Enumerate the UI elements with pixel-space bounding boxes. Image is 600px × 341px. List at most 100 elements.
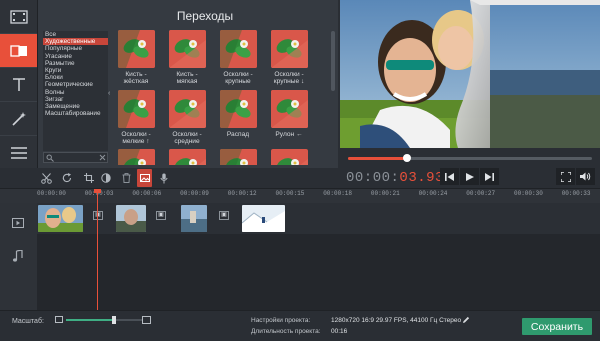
delete-button[interactable] <box>118 169 134 187</box>
cut-button[interactable] <box>36 169 56 187</box>
transition-preview <box>169 149 206 165</box>
tick-label: 00:00:00 <box>37 190 66 197</box>
play-button[interactable] <box>460 168 479 185</box>
transition-thumbnail[interactable] <box>118 30 155 68</box>
contrast-icon <box>101 173 111 183</box>
volume-button[interactable] <box>576 168 595 185</box>
insert-media-button[interactable] <box>137 169 152 187</box>
transition-preview <box>220 30 257 68</box>
transition-thumbnail[interactable] <box>169 90 206 128</box>
clear-icon[interactable] <box>99 154 106 161</box>
transition-marker[interactable]: ▣ <box>156 211 166 220</box>
category-item[interactable]: Все <box>43 31 108 38</box>
video-clip[interactable] <box>38 205 83 232</box>
clip-thumbnail <box>116 205 146 232</box>
transition-thumbnail[interactable] <box>220 30 257 68</box>
category-item[interactable]: Художественные <box>43 38 108 46</box>
timecode: 00:00:03.930 <box>346 170 453 186</box>
video-track-icon <box>12 218 24 228</box>
transition-thumbnail[interactable] <box>169 149 206 165</box>
transition-label: Кисть - мягкая <box>162 71 212 86</box>
transitions-icon <box>9 44 27 57</box>
color-adjust-button[interactable] <box>98 169 114 187</box>
transition-marker[interactable]: ▣ <box>219 211 229 220</box>
import-tool-button[interactable] <box>0 0 37 34</box>
zoom-in-icon[interactable] <box>142 316 151 324</box>
video-preview <box>340 0 600 148</box>
track-headers <box>0 203 38 310</box>
crop-button[interactable] <box>80 169 98 187</box>
video-clip[interactable] <box>116 205 146 232</box>
preview-image <box>340 0 600 148</box>
category-item[interactable]: Масштабирование <box>43 110 108 117</box>
edit-settings-icon[interactable] <box>462 316 470 324</box>
save-button[interactable]: Сохранить <box>522 318 592 335</box>
category-item[interactable]: Популярные <box>43 45 108 52</box>
fullscreen-button[interactable] <box>556 168 575 185</box>
zoom-out-icon[interactable] <box>55 316 63 323</box>
video-clip[interactable] <box>242 205 285 232</box>
transition-thumbnail[interactable] <box>271 149 308 165</box>
search-icon <box>46 154 54 162</box>
category-item[interactable]: Размытие <box>43 60 108 67</box>
transition-preview <box>169 90 206 128</box>
rotate-button[interactable] <box>58 169 76 187</box>
transition-label: Рулон ← <box>264 131 314 138</box>
progress-knob[interactable] <box>402 154 411 162</box>
tick-label: 00:00:12 <box>227 190 257 197</box>
playhead[interactable] <box>97 190 98 310</box>
tick-label: 00:00:27 <box>466 190 496 197</box>
category-item[interactable]: Волны <box>43 89 108 96</box>
transition-thumbnail[interactable] <box>169 30 206 68</box>
playhead-handle[interactable] <box>94 189 101 193</box>
category-item[interactable]: Геометрические <box>43 81 108 88</box>
clip-thumbnail <box>181 205 207 232</box>
transition-preview <box>220 90 257 128</box>
category-item[interactable]: Зигзаг <box>43 96 108 103</box>
transition-thumbnail[interactable] <box>118 90 155 128</box>
transition-thumbnail[interactable] <box>118 149 155 165</box>
tick-label: 00:00:33 <box>561 190 591 197</box>
transition-label-line: Рулон ← <box>275 131 303 138</box>
panel-scrollbar[interactable] <box>331 31 335 91</box>
transition-thumbnail[interactable] <box>271 30 308 68</box>
next-button[interactable] <box>480 168 499 185</box>
settings-label: Настройки проекта: <box>251 317 311 324</box>
transition-marker[interactable]: ▣ <box>93 211 103 220</box>
previous-button[interactable] <box>440 168 459 185</box>
transition-label: Осколки - мелкие ↑ <box>112 131 161 146</box>
crop-icon <box>84 173 94 183</box>
transition-label: Кисть - жёсткая <box>112 71 161 86</box>
category-item[interactable]: Круги <box>43 67 108 74</box>
category-item[interactable]: Угасание <box>43 53 108 60</box>
magic-wand-icon <box>11 111 26 126</box>
category-search-input[interactable] <box>43 152 108 163</box>
video-clip[interactable] <box>181 205 207 232</box>
film-icon <box>9 9 28 24</box>
zoom-fill <box>66 319 114 321</box>
transition-thumbnail[interactable] <box>220 90 257 128</box>
tick-label: 00:00:09 <box>180 190 209 197</box>
titles-tool-button[interactable] <box>0 68 37 102</box>
menu-icon <box>10 146 27 159</box>
transition-label-line: мелкие ↑ <box>122 138 150 146</box>
status-bar <box>0 310 600 341</box>
transition-thumbnail[interactable] <box>220 149 257 165</box>
category-item[interactable]: Блоки <box>43 74 108 81</box>
skip-forward-icon <box>485 172 494 181</box>
transition-thumbnail[interactable] <box>271 90 308 128</box>
fullscreen-icon <box>560 171 571 182</box>
tick-label: 00:00:30 <box>514 190 543 197</box>
transition-label: Осколки - средние <box>162 131 212 146</box>
transition-label: Распад <box>213 131 263 138</box>
transitions-tool-button[interactable] <box>0 34 37 68</box>
filters-tool-button[interactable] <box>0 102 37 136</box>
transition-preview <box>169 30 206 68</box>
zoom-knob[interactable] <box>111 316 116 324</box>
more-tools-button[interactable] <box>0 136 37 169</box>
tick-label: 00:00:06 <box>132 190 162 197</box>
record-audio-button[interactable] <box>156 169 172 187</box>
transition-label-line: средние <box>174 138 200 146</box>
transition-label: Осколки - крупные <box>213 71 263 86</box>
tick-label: 00:00:15 <box>275 190 305 197</box>
